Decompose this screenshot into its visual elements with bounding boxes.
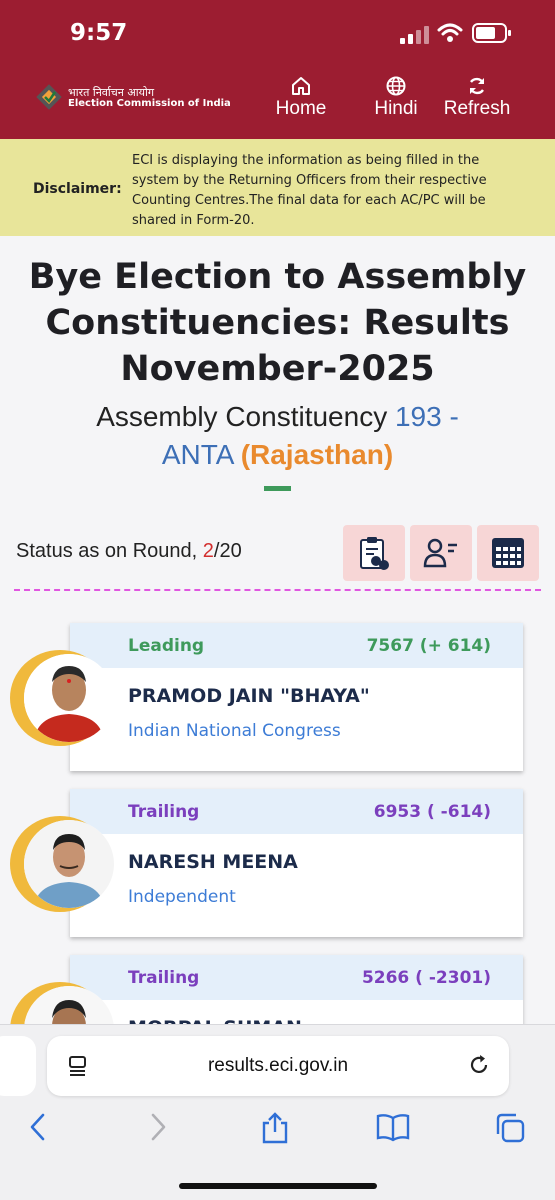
round-total: /20 [213, 540, 242, 562]
subtitle-prefix: Assembly Constituency [96, 401, 388, 432]
nav-refresh-label: Refresh [443, 98, 511, 119]
forward-icon[interactable] [146, 1112, 170, 1142]
card-header: Trailing 6953 ( -614) [70, 789, 523, 834]
card-header: Leading 7567 (+ 614) [70, 623, 523, 668]
disclaimer-label: Disclaimer: [33, 181, 122, 197]
address-bar[interactable]: results.eci.gov.in [47, 1036, 509, 1096]
candidate-status: Leading [128, 636, 205, 656]
refresh-icon [469, 77, 485, 95]
round-status: Status as on Round, 2/20 [16, 540, 242, 563]
url-text: results.eci.gov.in [207, 1055, 349, 1076]
reload-icon[interactable] [467, 1053, 491, 1077]
page-title: Bye Election to Assembly Constituencies:… [28, 257, 527, 389]
candidate-avatar [10, 816, 118, 912]
candidate-avatar [10, 650, 118, 746]
candidate-party: Independent [128, 887, 236, 907]
card-header: Trailing 5266 ( -2301) [70, 955, 523, 1000]
home-indicator [179, 1183, 377, 1189]
candidate-votes: 5266 ( -2301) [361, 968, 491, 988]
candidate-name: PRAMOD JAIN "BHAYA" [128, 685, 370, 707]
candidate-list-button[interactable] [410, 525, 472, 581]
previous-tab-peek[interactable] [0, 1036, 36, 1096]
app-header: 9:57 भारत निर्वाचन आयोग Election Commiss… [0, 0, 555, 139]
candidate-votes: 7567 (+ 614) [366, 636, 491, 656]
bookmarks-icon[interactable] [376, 1112, 410, 1142]
home-icon [292, 77, 310, 95]
status-time: 9:57 [70, 20, 128, 46]
table-view-button[interactable] [477, 525, 539, 581]
candidate-card[interactable]: Trailing 6953 ( -614) NARESH MEENA Indep… [70, 789, 523, 937]
cellular-signal-icon [400, 26, 429, 44]
detailed-results-button[interactable] [343, 525, 405, 581]
candidate-votes: 6953 ( -614) [373, 802, 491, 822]
nav-hindi-label: Hindi [374, 98, 418, 119]
back-icon[interactable] [26, 1112, 50, 1142]
battery-icon [472, 23, 511, 43]
candidate-party: Indian National Congress [128, 721, 341, 741]
candidate-name: NARESH MEENA [128, 851, 298, 873]
nav-refresh-button[interactable]: Refresh [438, 76, 516, 120]
calendar-grid-icon [492, 538, 524, 568]
user-list-icon [423, 538, 457, 568]
candidate-status: Trailing [128, 968, 200, 988]
tabs-icon[interactable] [494, 1112, 526, 1144]
round-current: 2 [202, 540, 214, 562]
candidate-status: Trailing [128, 802, 200, 822]
nav-home-label: Home [275, 98, 327, 119]
title-divider [264, 486, 291, 491]
wifi-icon [437, 23, 463, 42]
candidate-photo-icon [24, 820, 114, 908]
state-name: (Rajasthan) [240, 439, 394, 470]
clipboard-icon [360, 537, 389, 570]
candidate-photo-icon [24, 654, 114, 742]
nav-home-button[interactable]: Home [270, 76, 332, 120]
section-divider [14, 589, 541, 591]
globe-icon [386, 76, 406, 96]
constituency-name: ANTA [161, 439, 233, 470]
constituency-subtitle: Assembly Constituency 193 - ANTA (Rajast… [20, 398, 535, 474]
brand-english: Election Commission of India [68, 98, 231, 109]
eci-logo-icon [36, 84, 62, 110]
nav-hindi-button[interactable]: Hindi [368, 76, 424, 120]
candidate-card[interactable]: Leading 7567 (+ 614) PRAMOD JAIN "BHAYA"… [70, 623, 523, 771]
round-label: Status as on Round, [16, 540, 198, 562]
disclaimer-text: ECI is displaying the information as bei… [132, 153, 487, 228]
share-icon[interactable] [260, 1112, 290, 1144]
constituency-number: 193 - [394, 401, 459, 432]
